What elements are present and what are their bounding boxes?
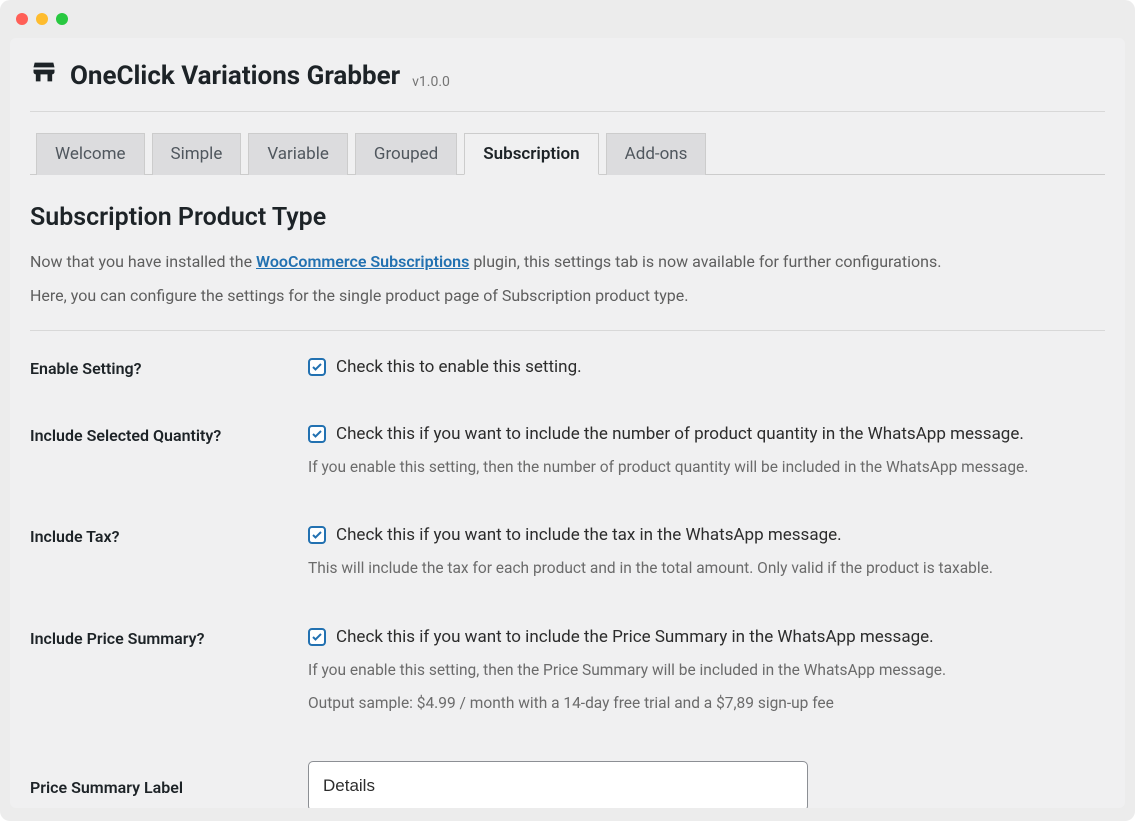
content-area: OneClick Variations Grabber v1.0.0 Welco… xyxy=(10,38,1125,808)
checkbox-line-quantity: Check this if you want to include the nu… xyxy=(308,424,1105,444)
field-include-price-summary: Check this if you want to include the Pr… xyxy=(308,627,1105,716)
tab-addons[interactable]: Add-ons xyxy=(606,133,707,175)
titlebar xyxy=(0,0,1135,38)
checkbox-include-quantity[interactable] xyxy=(308,425,326,443)
page-header: OneClick Variations Grabber v1.0.0 xyxy=(30,58,1105,112)
field-enable-setting: Check this to enable this setting. xyxy=(308,357,1105,377)
check-icon xyxy=(311,631,323,643)
settings-form: Enable Setting? Check this to enable thi… xyxy=(30,357,1105,808)
app-version: v1.0.0 xyxy=(412,74,450,90)
woocommerce-subscriptions-link[interactable]: WooCommerce Subscriptions xyxy=(256,252,469,271)
label-include-tax: Include Tax? xyxy=(30,525,308,546)
label-enable-setting: Enable Setting? xyxy=(30,357,308,378)
checkbox-line-tax: Check this if you want to include the ta… xyxy=(308,525,1105,545)
tab-variable[interactable]: Variable xyxy=(248,133,348,175)
window-close-button[interactable] xyxy=(16,13,28,25)
checkbox-include-price-summary[interactable] xyxy=(308,628,326,646)
tab-simple[interactable]: Simple xyxy=(152,133,242,175)
label-include-price-summary: Include Price Summary? xyxy=(30,627,308,648)
field-price-summary-label xyxy=(308,761,1105,808)
tab-grouped[interactable]: Grouped xyxy=(355,133,457,175)
tab-subscription[interactable]: Subscription xyxy=(464,133,598,175)
row-include-price-summary: Include Price Summary? Check this if you… xyxy=(30,627,1105,716)
checkbox-text-quantity: Check this if you want to include the nu… xyxy=(336,424,1024,444)
field-include-tax: Check this if you want to include the ta… xyxy=(308,525,1105,580)
desc-include-tax: This will include the tax for each produ… xyxy=(308,557,1105,580)
check-icon xyxy=(311,529,323,541)
intro-paragraph-1: Now that you have installed the WooComme… xyxy=(30,250,1105,274)
desc-price-summary-2: Output sample: $4.99 / month with a 14-d… xyxy=(308,692,1105,715)
field-include-quantity: Check this if you want to include the nu… xyxy=(308,424,1105,479)
header-title-wrap: OneClick Variations Grabber xyxy=(30,58,400,93)
label-price-summary-label: Price Summary Label xyxy=(30,776,308,797)
checkbox-text-enable: Check this to enable this setting. xyxy=(336,357,582,377)
price-summary-label-input[interactable] xyxy=(308,761,808,808)
label-include-quantity: Include Selected Quantity? xyxy=(30,424,308,445)
checkbox-text-price-summary: Check this if you want to include the Pr… xyxy=(336,627,934,647)
row-include-quantity: Include Selected Quantity? Check this if… xyxy=(30,424,1105,479)
checkbox-line-price-summary: Check this if you want to include the Pr… xyxy=(308,627,1105,647)
store-icon xyxy=(30,58,58,93)
intro-paragraph-2: Here, you can configure the settings for… xyxy=(30,284,1105,308)
section-separator xyxy=(30,330,1105,331)
tabs-nav: Welcome Simple Variable Grouped Subscrip… xyxy=(30,132,1105,175)
tab-welcome[interactable]: Welcome xyxy=(36,133,145,175)
row-enable-setting: Enable Setting? Check this to enable thi… xyxy=(30,357,1105,378)
checkbox-include-tax[interactable] xyxy=(308,526,326,544)
window-maximize-button[interactable] xyxy=(56,13,68,25)
desc-include-quantity: If you enable this setting, then the num… xyxy=(308,456,1105,479)
section-title: Subscription Product Type xyxy=(30,203,1105,232)
checkbox-line-enable: Check this to enable this setting. xyxy=(308,357,1105,377)
window-minimize-button[interactable] xyxy=(36,13,48,25)
checkbox-text-tax: Check this if you want to include the ta… xyxy=(336,525,842,545)
app-title: OneClick Variations Grabber xyxy=(70,61,400,91)
check-icon xyxy=(311,428,323,440)
desc-price-summary-1: If you enable this setting, then the Pri… xyxy=(308,659,1105,682)
row-include-tax: Include Tax? Check this if you want to i… xyxy=(30,525,1105,580)
intro1-pre: Now that you have installed the xyxy=(30,252,256,271)
check-icon xyxy=(311,361,323,373)
row-price-summary-label: Price Summary Label xyxy=(30,761,1105,808)
app-window: OneClick Variations Grabber v1.0.0 Welco… xyxy=(0,0,1135,821)
intro1-post: plugin, this settings tab is now availab… xyxy=(469,252,941,271)
checkbox-enable-setting[interactable] xyxy=(308,358,326,376)
